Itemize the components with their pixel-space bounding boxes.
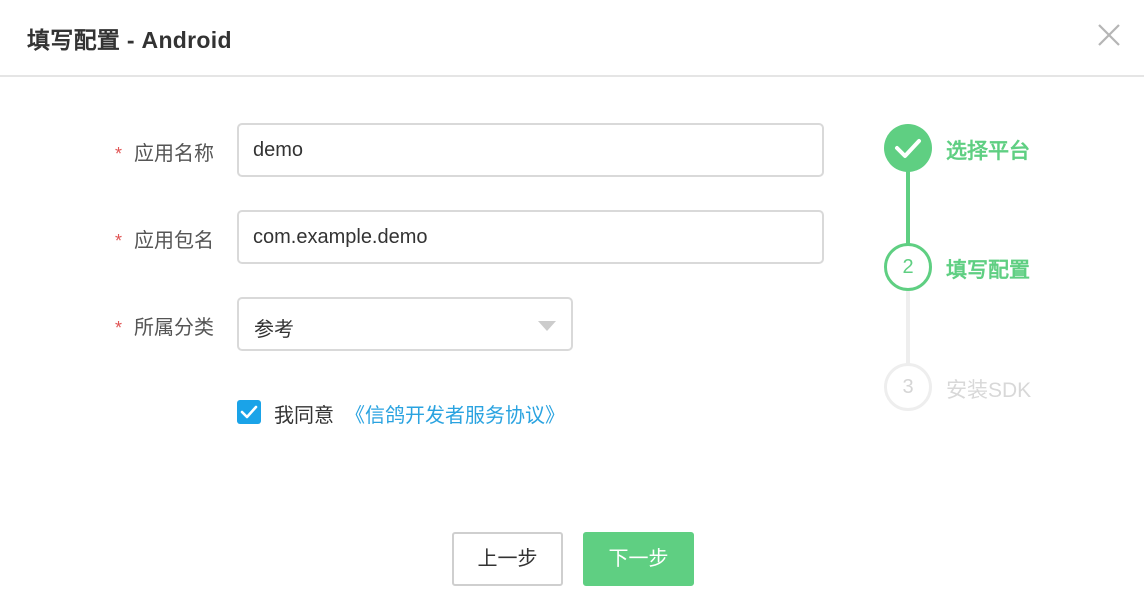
agreement-text: 我同意	[274, 405, 334, 427]
step-3-number: 3	[902, 376, 914, 398]
app-name-label-text: 应用名称	[134, 143, 215, 165]
category-label-text: 所属分类	[134, 317, 215, 339]
package-name-input[interactable]	[237, 210, 824, 264]
step-1-label: 选择平台	[946, 140, 1030, 163]
required-mark: *	[115, 144, 123, 164]
next-step-button[interactable]: 下一步	[583, 532, 694, 586]
step-connector-2	[906, 290, 910, 366]
required-mark: *	[115, 318, 123, 338]
package-name-label-text: 应用包名	[134, 230, 215, 252]
agreement-checkbox[interactable]	[237, 400, 261, 424]
close-icon[interactable]	[1094, 20, 1124, 50]
step-3-label: 安装SDK	[946, 379, 1032, 402]
check-icon	[895, 139, 921, 158]
check-icon	[240, 405, 258, 419]
step-2-label: 填写配置	[946, 259, 1030, 282]
step-2-number: 2	[902, 256, 914, 278]
package-name-label: * 应用包名	[115, 224, 214, 253]
required-mark: *	[115, 231, 123, 251]
dialog-header: 填写配置 - Android	[0, 0, 1144, 77]
step-1-done-circle	[884, 124, 932, 172]
step-3-pending-circle: 3	[884, 363, 932, 411]
category-label: * 所属分类	[115, 311, 214, 340]
app-name-input[interactable]	[237, 123, 824, 177]
app-name-label: * 应用名称	[115, 137, 214, 166]
step-2-active-circle: 2	[884, 243, 932, 291]
dialog-title: 填写配置 - Android	[27, 27, 232, 53]
category-select[interactable]: 参考	[237, 297, 573, 351]
agreement-link[interactable]: 《信鸽开发者服务协议》	[345, 399, 565, 428]
category-selected-value: 参考	[254, 319, 294, 341]
caret-down-icon	[538, 321, 556, 331]
step-connector-1	[906, 170, 910, 246]
prev-step-button[interactable]: 上一步	[452, 532, 563, 586]
